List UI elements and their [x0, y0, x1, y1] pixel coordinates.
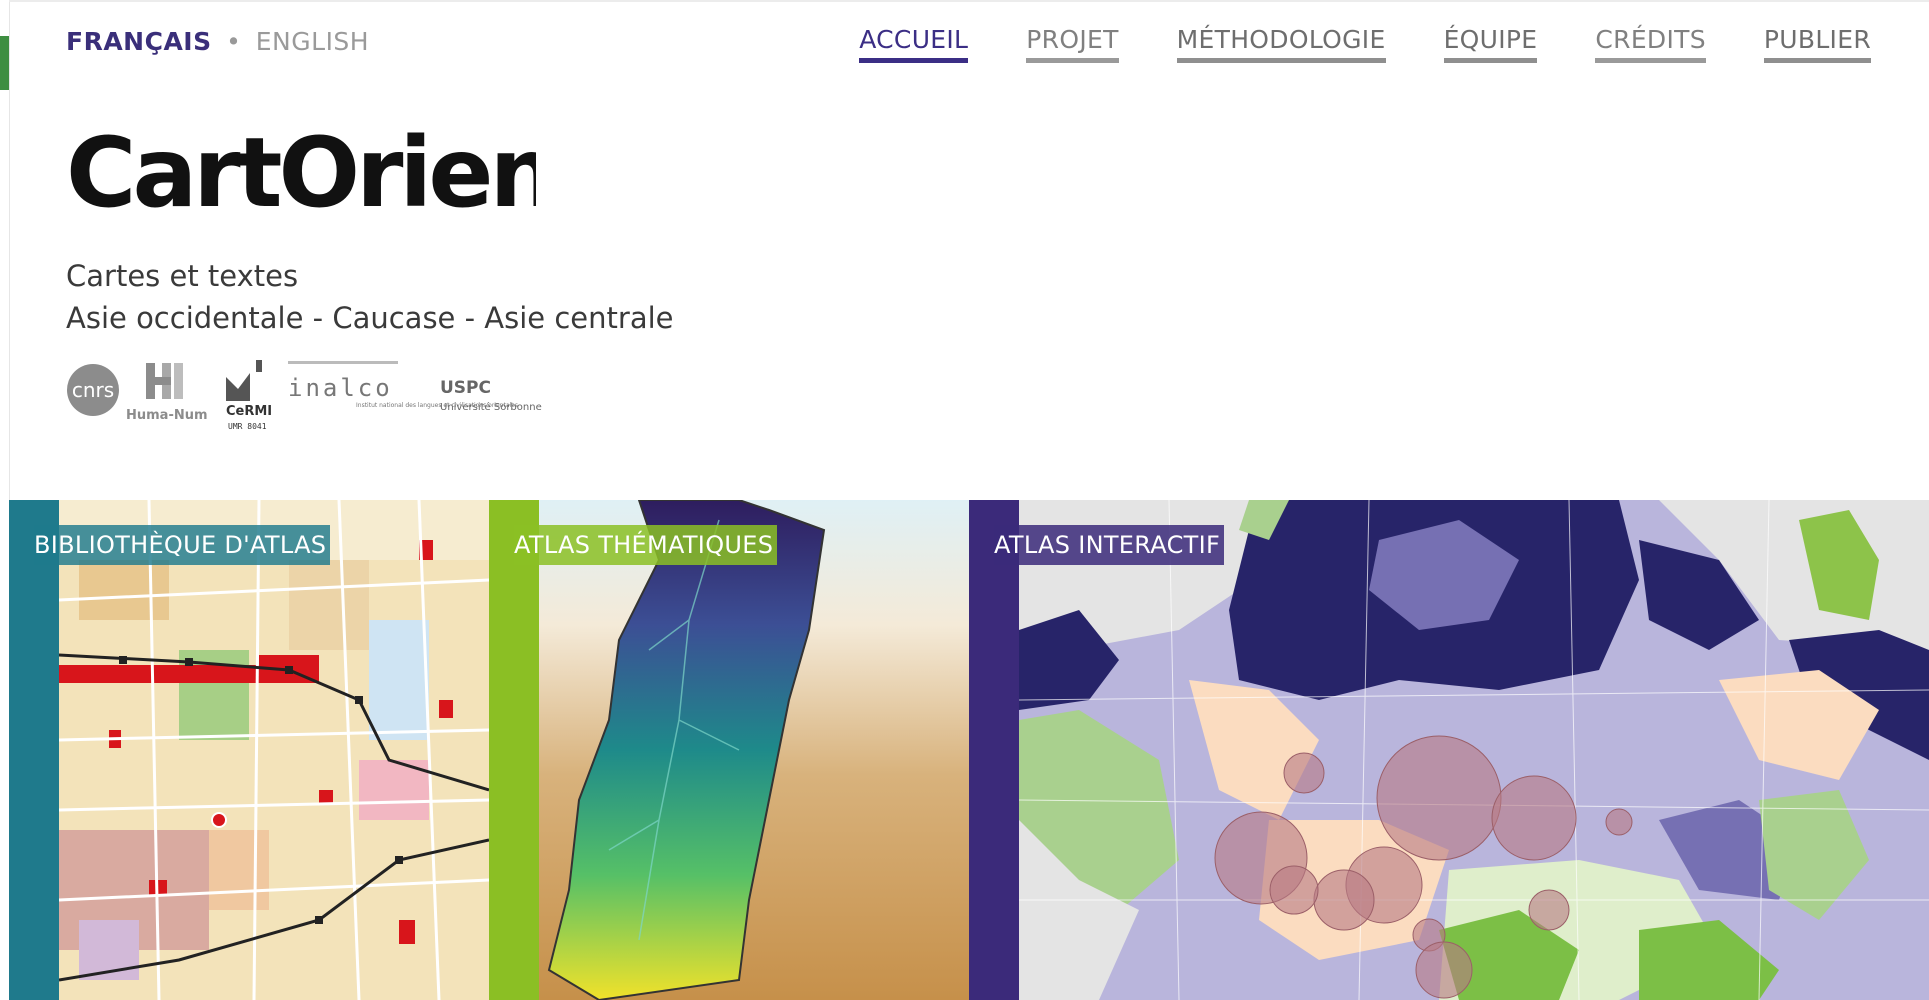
tile-label[interactable]: ATLAS THÉMATIQUES: [514, 525, 778, 565]
choropleth-map-image: [1018, 500, 1929, 1000]
tagline-line1: Cartes et textes: [66, 259, 299, 293]
tile-color-bar: [969, 500, 1019, 1000]
language-english[interactable]: ENGLISH: [256, 27, 369, 56]
nav-equipe[interactable]: ÉQUIPE: [1443, 25, 1538, 63]
nav-projet[interactable]: PROJET: [1026, 25, 1119, 63]
nav-accueil[interactable]: ACCUEIL: [859, 25, 969, 63]
main-nav: ACCUEIL PROJET MÉTHODOLOGIE ÉQUIPE CRÉDI…: [801, 25, 1871, 63]
atlas-tiles: BIBLIOTHÈQUE D'ATLAS ATLAS THÉMATIQUES A…: [9, 500, 1929, 1000]
svg-text:CeRMI: CeRMI: [226, 404, 272, 419]
edge-marker: [0, 36, 9, 90]
tile-color-bar: [489, 500, 539, 1000]
site-tagline: Cartes et textes Asie occidentale - Cauc…: [66, 255, 674, 339]
language-switcher: FRANÇAIS • ENGLISH: [66, 27, 369, 56]
tile-color-bar: [9, 500, 59, 1000]
relief-map-image: [539, 500, 969, 1000]
top-border: [9, 0, 1929, 2]
svg-text:inalco: inalco: [288, 374, 393, 402]
svg-text:cnrs: cnrs: [72, 378, 114, 402]
tile-label[interactable]: BIBLIOTHÈQUE D'ATLAS: [34, 525, 331, 565]
urban-map-image: [58, 500, 489, 1000]
tile-label[interactable]: ATLAS INTERACTIF: [994, 525, 1225, 565]
tagline-line2: Asie occidentale - Caucase - Asie centra…: [66, 301, 674, 335]
tile-bibliotheque[interactable]: BIBLIOTHÈQUE D'ATLAS: [9, 500, 489, 1000]
language-separator: •: [226, 27, 242, 56]
site-logo[interactable]: CartOrient: [66, 128, 536, 218]
nav-credits[interactable]: CRÉDITS: [1595, 25, 1706, 63]
svg-text:USPC: USPC: [440, 378, 491, 398]
nav-methodologie[interactable]: MÉTHODOLOGIE: [1176, 25, 1386, 63]
uspc-logo: USPC Université Sorbonne: [440, 378, 542, 413]
cnrs-logo: cnrs: [67, 364, 119, 416]
tile-atlas-interactif[interactable]: ATLAS INTERACTIF: [969, 500, 1929, 1000]
humanum-logo: Huma-Num: [126, 363, 208, 423]
nav-publier[interactable]: PUBLIER: [1763, 25, 1871, 63]
language-french[interactable]: FRANÇAIS: [66, 27, 212, 56]
svg-text:Huma-Num: Huma-Num: [126, 408, 208, 423]
partner-logos: cnrs Huma-Num CeRMI UMR 8041 inalco Inst…: [66, 355, 566, 435]
svg-text:UMR 8041: UMR 8041: [228, 422, 267, 431]
tile-atlas-thematiques[interactable]: ATLAS THÉMATIQUES: [489, 500, 969, 1000]
logo-wordmark: CartOrient: [66, 128, 536, 218]
svg-text:Université Sorbonne: Université Sorbonne: [440, 401, 542, 413]
cermi-logo: CeRMI UMR 8041: [226, 360, 272, 431]
